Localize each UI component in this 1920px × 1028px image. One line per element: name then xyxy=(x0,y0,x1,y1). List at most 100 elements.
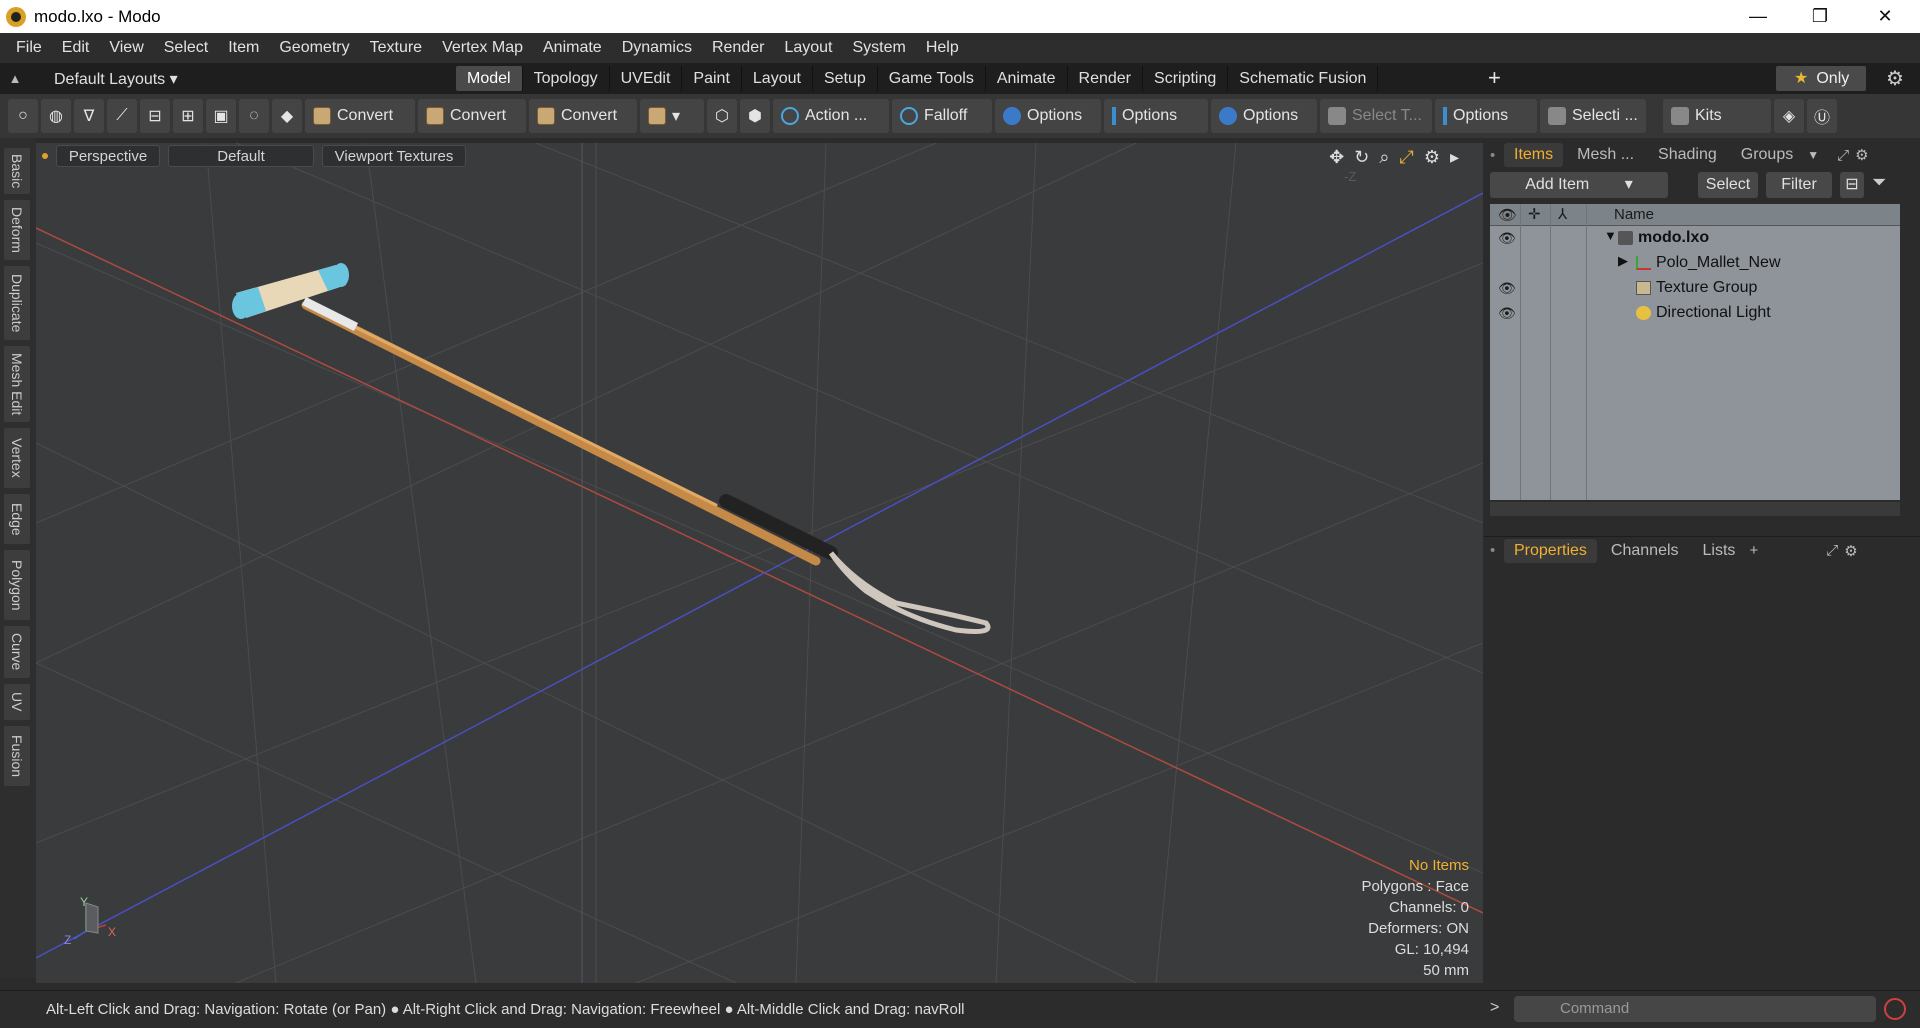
pen-tool-icon[interactable]: ∇ xyxy=(74,99,104,133)
only-button[interactable]: ★ Only xyxy=(1776,66,1866,91)
maximize-icon[interactable]: ⤢ xyxy=(1399,147,1413,168)
tab-duplicate[interactable]: Duplicate xyxy=(4,266,30,340)
panel-expand-icon[interactable]: ⤢ xyxy=(1826,542,1838,559)
vertex-mode-icon[interactable]: ○ xyxy=(8,99,38,133)
tab-polygon[interactable]: Polygon xyxy=(4,550,30,620)
tab-model[interactable]: Model xyxy=(456,66,523,91)
menu-help[interactable]: Help xyxy=(916,39,969,57)
tab-groups[interactable]: Groups xyxy=(1731,143,1803,167)
unreal-icon[interactable]: Ⓤ xyxy=(1807,99,1837,133)
collapse-arrow-icon[interactable]: ▲ xyxy=(0,71,30,86)
transform-icon[interactable]: ⊟ xyxy=(140,99,170,133)
menu-vertex-map[interactable]: Vertex Map xyxy=(432,39,533,57)
tab-vertex[interactable]: Vertex xyxy=(4,428,30,488)
snap-icon[interactable]: ⬢ xyxy=(740,99,770,133)
item-list-scrollbar[interactable] xyxy=(1490,502,1900,516)
item-row-texture-group[interactable]: 👁 Texture Group xyxy=(1490,276,1900,301)
layout-preset-dropdown[interactable]: Default Layouts ▾ xyxy=(30,69,190,89)
viewport-textures-dropdown[interactable]: Viewport Textures xyxy=(322,145,466,167)
selection-button[interactable]: Selecti ... xyxy=(1540,99,1646,133)
circle-tool-icon[interactable]: ◌ xyxy=(239,99,269,133)
visibility-eye-icon[interactable]: 👁 xyxy=(1498,230,1516,247)
tab-properties[interactable]: Properties xyxy=(1504,538,1597,563)
add-panel-tab-icon[interactable]: + xyxy=(1749,542,1758,559)
expand-arrow-icon[interactable]: ▸ xyxy=(1450,147,1459,168)
convert-button-2[interactable]: Convert xyxy=(418,99,526,133)
symmetry-icon[interactable]: ⬡ xyxy=(707,99,737,133)
panel-handle-icon[interactable]: • xyxy=(1490,147,1504,164)
view-type-dropdown[interactable]: Perspective xyxy=(56,145,160,167)
item-row-directional-light[interactable]: 👁 Directional Light xyxy=(1490,301,1900,326)
tab-topology[interactable]: Topology xyxy=(523,66,610,91)
select-through-button[interactable]: Select T... xyxy=(1320,99,1432,133)
frame-icon[interactable]: ▣ xyxy=(206,99,236,133)
tab-game-tools[interactable]: Game Tools xyxy=(878,66,986,91)
tab-lists[interactable]: Lists xyxy=(1693,539,1746,563)
rotate-icon[interactable]: ↻ xyxy=(1354,147,1369,168)
restore-button[interactable]: ❐ xyxy=(1790,0,1850,33)
polo-mallet-model[interactable] xyxy=(232,263,991,634)
filter-funnel-icon[interactable]: ⏷ xyxy=(1872,172,1886,200)
tab-mesh-edit[interactable]: Mesh Edit xyxy=(4,346,30,422)
primitive-dropdown[interactable]: ▾ xyxy=(640,99,704,133)
panel-gear-icon[interactable]: ⚙ xyxy=(1855,146,1868,164)
tab-uv[interactable]: UV xyxy=(4,684,30,720)
tab-channels[interactable]: Channels xyxy=(1601,539,1689,563)
pan-icon[interactable]: ✥ xyxy=(1329,147,1344,168)
tab-edge[interactable]: Edge xyxy=(4,494,30,544)
select-button[interactable]: Select xyxy=(1698,172,1758,198)
tab-paint[interactable]: Paint xyxy=(682,66,742,91)
convert-button-1[interactable]: Convert xyxy=(305,99,415,133)
kits-button[interactable]: Kits xyxy=(1663,99,1771,133)
viewport-gear-icon[interactable]: ⚙ xyxy=(1424,147,1440,168)
command-history-arrow-icon[interactable]: > xyxy=(1490,999,1499,1017)
item-row-polo-mallet[interactable]: ▶ Polo_Mallet_New xyxy=(1490,251,1900,276)
panel-gear-icon[interactable]: ⚙ xyxy=(1844,542,1857,560)
collapse-triangle-icon[interactable]: ▼ xyxy=(1604,228,1617,243)
menu-animate[interactable]: Animate xyxy=(533,39,612,57)
menu-edit[interactable]: Edit xyxy=(52,39,100,57)
menu-file[interactable]: File xyxy=(6,39,52,57)
globe-icon[interactable]: ◍ xyxy=(41,99,71,133)
falloff-button[interactable]: Falloff xyxy=(892,99,992,133)
action-center-button[interactable]: Action ... xyxy=(773,99,889,133)
tab-layout[interactable]: Layout xyxy=(742,66,813,91)
tab-setup[interactable]: Setup xyxy=(813,66,878,91)
tab-render[interactable]: Render xyxy=(1068,66,1144,91)
item-row-modo-lxo[interactable]: 👁 ▼ modo.lxo xyxy=(1490,226,1900,251)
tab-basic[interactable]: Basic xyxy=(4,148,30,194)
shading-dropdown[interactable]: Default xyxy=(168,145,314,167)
gear-icon[interactable]: ⚙ xyxy=(1886,66,1904,91)
close-button[interactable]: ✕ xyxy=(1855,0,1915,33)
menu-render[interactable]: Render xyxy=(702,39,774,57)
add-tab-icon[interactable]: + xyxy=(1488,65,1501,91)
tab-schematic-fusion[interactable]: Schematic Fusion xyxy=(1228,66,1379,91)
collapse-icon[interactable]: ⊟ xyxy=(1840,172,1864,198)
tab-scripting[interactable]: Scripting xyxy=(1143,66,1229,91)
menu-view[interactable]: View xyxy=(99,39,153,57)
record-icon[interactable] xyxy=(1884,998,1906,1020)
options-button-4[interactable]: Options xyxy=(1435,99,1537,133)
viewport-menu-icon[interactable] xyxy=(42,153,48,159)
minimize-button[interactable]: — xyxy=(1728,0,1788,33)
add-item-button[interactable]: Add Item ▾ xyxy=(1490,172,1668,198)
command-input[interactable]: Command xyxy=(1514,996,1876,1022)
options-button-3[interactable]: Options xyxy=(1211,99,1317,133)
tab-items[interactable]: Items xyxy=(1504,143,1564,167)
grid-icon[interactable]: ⊞ xyxy=(173,99,203,133)
unity-icon[interactable]: ◈ xyxy=(1774,99,1804,133)
filter-button[interactable]: Filter xyxy=(1766,172,1832,198)
panel-handle-icon[interactable]: • xyxy=(1490,542,1504,559)
panel-expand-icon[interactable]: ⤢ xyxy=(1837,147,1849,164)
tab-mesh[interactable]: Mesh ... xyxy=(1567,143,1644,167)
menu-select[interactable]: Select xyxy=(154,39,218,57)
tab-shading[interactable]: Shading xyxy=(1648,143,1727,167)
menu-texture[interactable]: Texture xyxy=(360,39,432,57)
options-button-1[interactable]: Options xyxy=(995,99,1101,133)
visibility-eye-icon[interactable]: 👁 xyxy=(1498,305,1516,322)
zoom-icon[interactable]: ⌕ xyxy=(1379,147,1389,168)
menu-geometry[interactable]: Geometry xyxy=(269,39,359,57)
options-button-2[interactable]: Options xyxy=(1104,99,1208,133)
tab-uvedit[interactable]: UVEdit xyxy=(610,66,683,91)
menu-item[interactable]: Item xyxy=(218,39,269,57)
